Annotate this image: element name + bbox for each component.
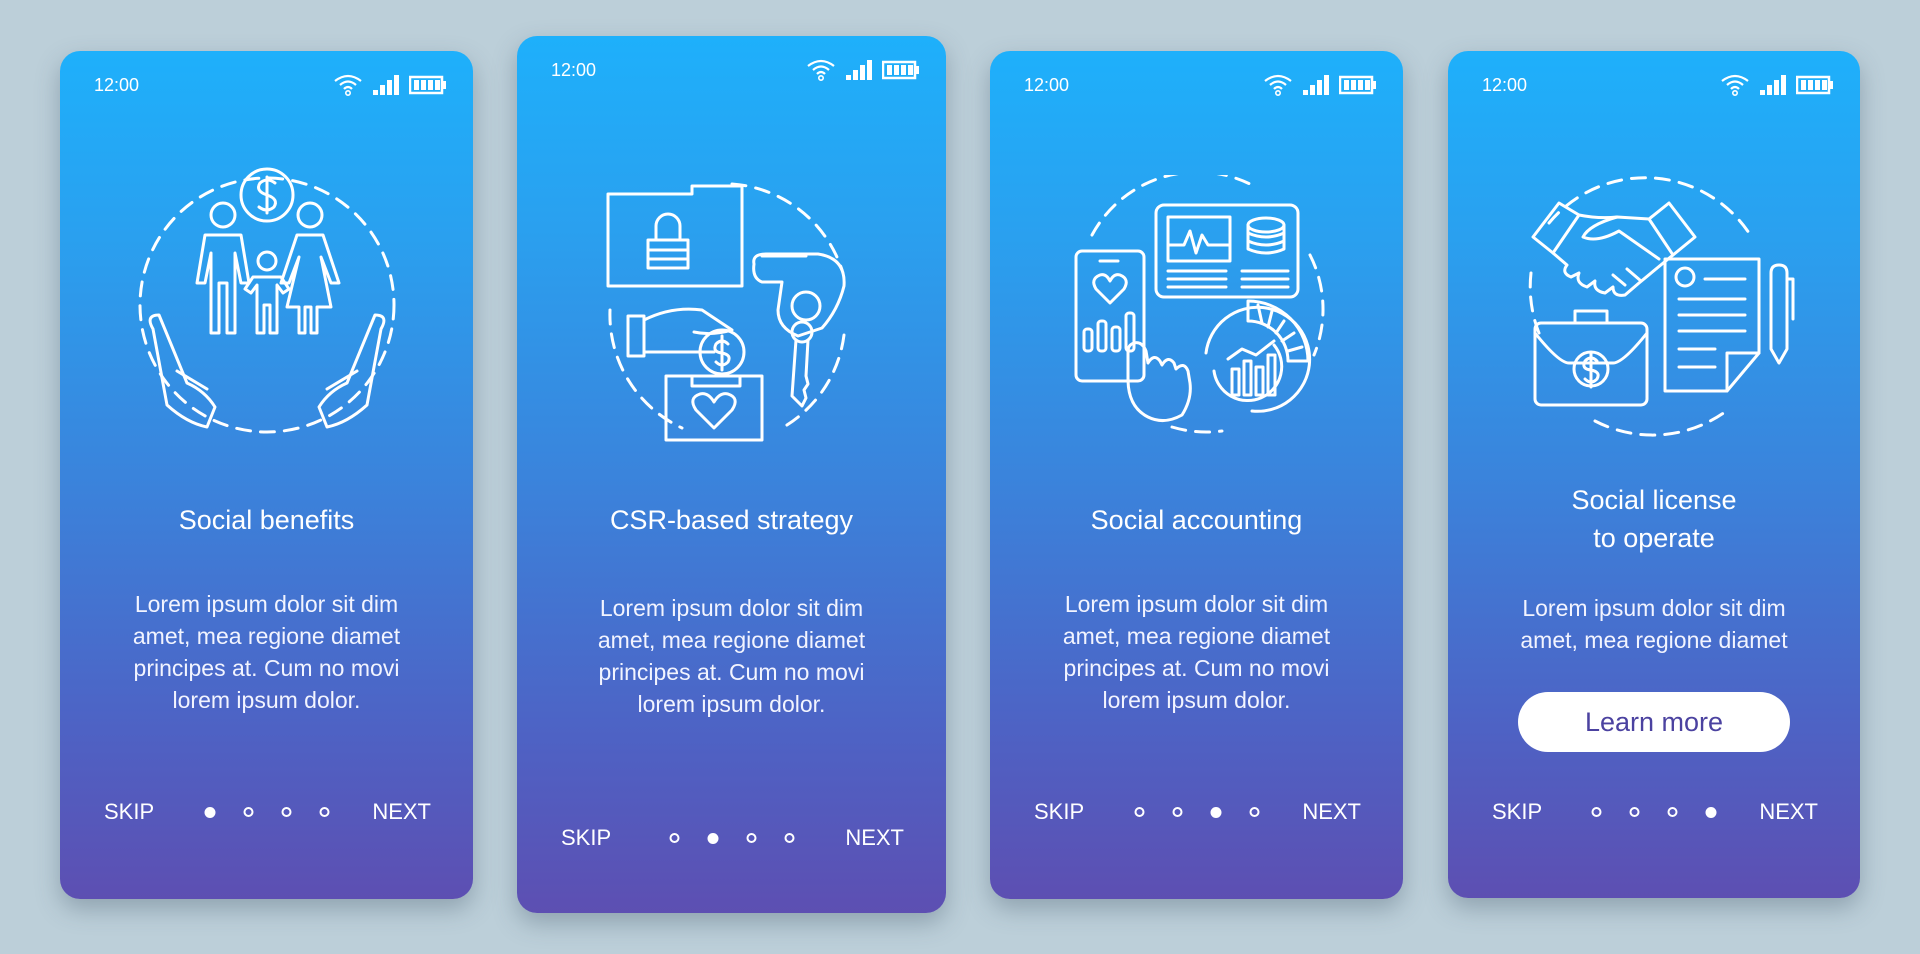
page-dot-3[interactable]	[746, 833, 756, 843]
battery-icon	[1796, 75, 1834, 95]
battery-icon	[882, 60, 920, 80]
handshake-contract-icon	[1509, 173, 1799, 443]
onboarding-card-social-accounting: 12:00 Social accounting Lorem ipsum dolo…	[990, 51, 1403, 899]
status-time: 12:00	[1024, 74, 1070, 95]
status-bar: 12:00	[1024, 71, 1377, 99]
page-dot-4[interactable]	[319, 807, 329, 817]
page-dot-2[interactable]	[1629, 807, 1640, 817]
page-dot-1[interactable]	[204, 806, 215, 818]
page-dot-4[interactable]	[784, 833, 794, 843]
card-description: Lorem ipsum dolor sit dim amet, mea regi…	[1520, 595, 1788, 653]
page-dot-1[interactable]	[1591, 807, 1602, 817]
pagination-nav: SKIP NEXT	[1448, 797, 1860, 827]
page-dot-2[interactable]	[707, 832, 718, 844]
page-dot-3[interactable]	[1667, 807, 1678, 817]
onboarding-card-csr-strategy: 12:00 CSR-based strategy Lorem ipsum dol…	[517, 36, 946, 913]
status-bar: 12:00	[1482, 71, 1834, 99]
wifi-icon	[806, 59, 836, 82]
next-button[interactable]: NEXT	[1302, 799, 1361, 825]
page-indicator	[669, 832, 794, 844]
page-indicator	[1134, 806, 1259, 818]
analytics-dashboard-icon	[1052, 175, 1342, 455]
page-dot-3[interactable]	[281, 807, 291, 817]
card-title: Social license to operate	[1571, 485, 1737, 553]
donation-and-key-icon	[582, 160, 882, 460]
card-description: Lorem ipsum dolor sit dim amet, mea regi…	[132, 591, 401, 713]
page-indicator	[204, 806, 329, 818]
onboarding-card-social-license: 12:00 Social license to operate Lorem ip…	[1448, 51, 1860, 898]
pagination-nav: SKIP NEXT	[60, 797, 473, 827]
skip-button[interactable]: SKIP	[561, 825, 611, 851]
pagination-nav: SKIP NEXT	[990, 797, 1403, 827]
next-button[interactable]: NEXT	[845, 825, 904, 851]
page-dot-1[interactable]	[1134, 807, 1144, 817]
status-bar: 12:00	[94, 71, 447, 99]
skip-button[interactable]: SKIP	[104, 799, 154, 825]
battery-icon	[1339, 75, 1377, 95]
status-time: 12:00	[94, 74, 140, 95]
status-bar: 12:00	[551, 56, 920, 84]
signal-icon	[1303, 75, 1329, 95]
next-button[interactable]: NEXT	[1759, 799, 1818, 825]
page-dot-2[interactable]	[1172, 807, 1182, 817]
card-title: Social accounting	[1090, 505, 1303, 535]
page-dot-3[interactable]	[1210, 806, 1221, 818]
page-dot-4[interactable]	[1249, 807, 1259, 817]
signal-icon	[846, 60, 872, 80]
wifi-icon	[333, 74, 363, 97]
page-dot-1[interactable]	[669, 833, 679, 843]
skip-button[interactable]: SKIP	[1034, 799, 1084, 825]
learn-more-button[interactable]: Learn more	[1518, 692, 1790, 752]
card-description: Lorem ipsum dolor sit dim amet, mea regi…	[1062, 591, 1331, 713]
card-title: CSR-based strategy	[609, 505, 854, 535]
card-description: Lorem ipsum dolor sit dim amet, mea regi…	[597, 595, 866, 717]
signal-icon	[1760, 75, 1786, 95]
status-time: 12:00	[551, 59, 597, 80]
next-button[interactable]: NEXT	[372, 799, 431, 825]
page-dot-2[interactable]	[243, 807, 253, 817]
card-title: Social benefits	[178, 505, 355, 535]
wifi-icon	[1720, 74, 1750, 97]
page-dot-4[interactable]	[1705, 806, 1717, 818]
signal-icon	[373, 75, 399, 95]
family-in-hands-icon	[127, 165, 407, 445]
wifi-icon	[1263, 74, 1293, 97]
page-indicator	[1591, 806, 1717, 818]
skip-button[interactable]: SKIP	[1492, 799, 1542, 825]
status-time: 12:00	[1482, 74, 1528, 95]
onboarding-card-social-benefits: 12:00 Social benefits Lorem ipsum dolor …	[60, 51, 473, 899]
battery-icon	[409, 75, 447, 95]
pagination-nav: SKIP NEXT	[517, 823, 946, 853]
